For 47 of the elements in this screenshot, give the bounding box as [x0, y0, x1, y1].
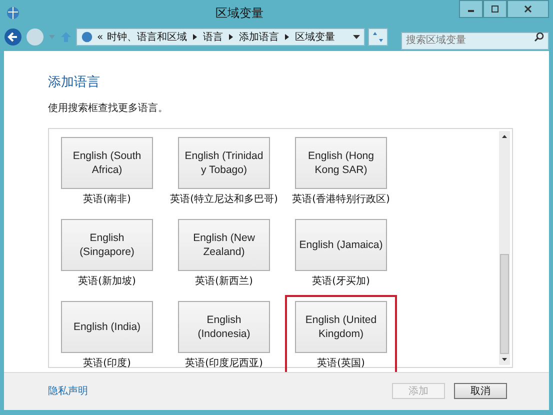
page-heading: 添加语言: [48, 74, 101, 91]
window-title: 区域变量: [214, 4, 264, 22]
breadcrumb-item[interactable]: 语言: [203, 30, 224, 44]
chevron-right-icon[interactable]: [229, 34, 234, 40]
language-label: 英语(印度): [83, 356, 131, 370]
close-button[interactable]: [507, 0, 549, 18]
language-tile[interactable]: English (South Africa): [61, 136, 153, 189]
overflow-chevron[interactable]: «: [97, 32, 104, 43]
chevron-right-icon[interactable]: [285, 34, 290, 40]
privacy-link[interactable]: 隐私声明: [48, 384, 88, 398]
breadcrumb-item[interactable]: 区域变量: [295, 30, 336, 44]
chevron-right-icon[interactable]: [193, 34, 198, 40]
close-icon: [524, 5, 532, 13]
refresh-button[interactable]: [368, 28, 388, 46]
search-icon: [534, 32, 544, 42]
language-tile[interactable]: English (United Kingdom): [295, 300, 387, 353]
language-label: 英语(牙买加): [312, 274, 370, 288]
scroll-down-icon[interactable]: [502, 358, 507, 361]
maximize-icon: [491, 5, 499, 13]
language-label: 英语(香港特别行政区): [292, 192, 390, 206]
language-label: 英语(新西兰): [195, 274, 253, 288]
language-tile[interactable]: English (Trinidad y Tobago): [178, 136, 270, 189]
language-tile[interactable]: English (Jamaica): [295, 218, 387, 271]
language-tile[interactable]: English (Hong Kong SAR): [295, 136, 387, 189]
language-label: 英语(特立尼达和多巴哥): [170, 192, 278, 206]
language-tile[interactable]: English (New Zealand): [178, 218, 270, 271]
language-label: 英语(英国): [317, 356, 365, 370]
language-tile[interactable]: English (India): [61, 300, 153, 353]
language-label: 英语(印度尼西亚): [185, 356, 263, 370]
minimize-button[interactable]: [459, 0, 483, 18]
dropdown-arrow-icon[interactable]: [353, 35, 360, 40]
cancel-button[interactable]: 取消: [454, 383, 507, 400]
language-label: 英语(南非): [83, 192, 131, 206]
address-bar[interactable]: « 时钟、语言和区域 语言 添加语言 区域变量: [76, 28, 365, 46]
language-label: 英语(新加坡): [78, 274, 136, 288]
language-tile[interactable]: English (Singapore): [61, 218, 153, 271]
search-field[interactable]: 搜索区域变量: [401, 32, 549, 50]
breadcrumb-item[interactable]: 时钟、语言和区域: [107, 30, 188, 44]
scrollbar-thumb[interactable]: [500, 254, 509, 354]
back-button[interactable]: [4, 28, 23, 47]
language-tile[interactable]: English (Indonesia): [178, 300, 270, 353]
hint-text: 使用搜索框查找更多语言。: [48, 102, 169, 115]
maximize-button[interactable]: [483, 0, 507, 18]
refresh-icon: [373, 32, 383, 42]
scroll-up-icon[interactable]: [502, 134, 507, 138]
scrollbar[interactable]: [499, 130, 510, 365]
breadcrumb-item[interactable]: 添加语言: [239, 30, 280, 44]
